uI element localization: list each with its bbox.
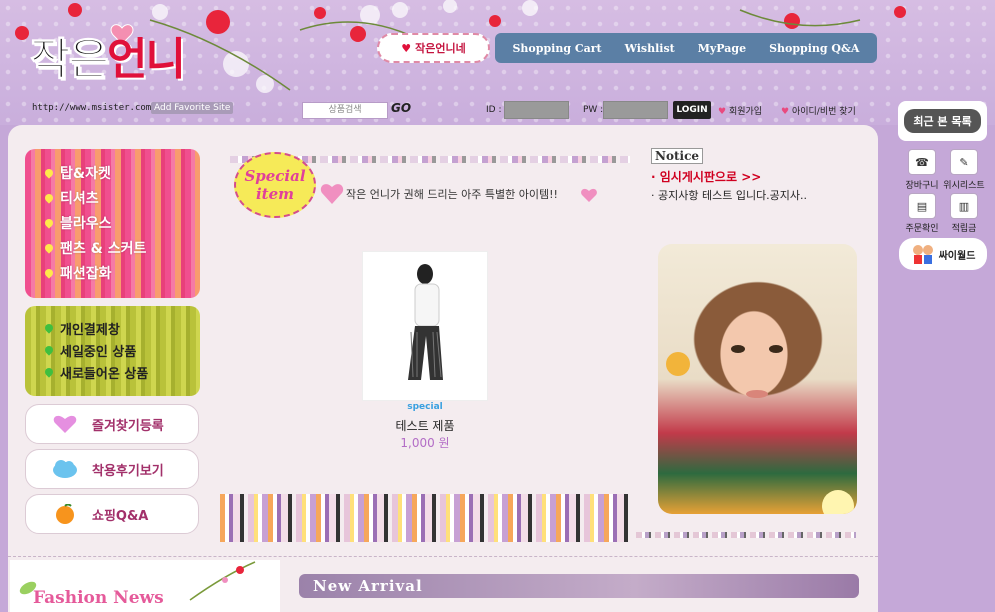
category-menu: 탑&자켓 티셔츠 블라우스 팬츠 & 스커트 패션잡화	[25, 149, 200, 298]
stripe-divider-small	[636, 532, 856, 538]
category-accessories[interactable]: 패션잡화	[43, 260, 200, 285]
heart-icon	[581, 188, 597, 202]
logo-text-1: 작은	[30, 34, 110, 85]
heart-icon: ♥	[718, 107, 727, 117]
recent-viewed-label: 최근 본 목록	[904, 109, 981, 133]
heart-icon: ♥	[781, 107, 790, 117]
brand-button[interactable]: ♥ 작은언니네	[377, 33, 490, 63]
add-favorite-button[interactable]: Add Favorite Site	[151, 102, 234, 114]
brand-button-label: 작은언니네	[415, 42, 466, 55]
section-divider	[8, 556, 878, 557]
notice-item[interactable]: · 공지사항 테스트 입니다.공지사..	[651, 187, 807, 203]
bullet-icon	[43, 322, 55, 334]
find-account-label: 아이디/비번 찾기	[791, 107, 856, 117]
reviews-label: 착용후기보기	[92, 463, 164, 479]
bookmark-label: 즐겨찾기등록	[92, 418, 164, 434]
logo-text-2: 언니	[106, 34, 186, 85]
top-nav: Shopping Cart Wishlist MyPage Shopping Q…	[495, 33, 877, 63]
bullet-icon	[43, 241, 55, 254]
quick-wishlist-label[interactable]: 위시리스트	[939, 178, 989, 191]
search-input[interactable]: 상품검색	[302, 102, 388, 119]
category-label: 티셔츠	[60, 190, 99, 207]
bookmark-button[interactable]: 즐겨찾기등록	[25, 404, 199, 444]
special-line2: item	[255, 185, 295, 203]
shop-menu: 개인결제창 세일중인 상품 새로들어온 상품	[25, 306, 200, 396]
orange-icon	[56, 504, 74, 524]
fashion-news-title: Fashion News	[33, 588, 164, 608]
find-account-link[interactable]: ♥ 아이디/비번 찾기	[781, 104, 856, 117]
new-arrival-title: New Arrival	[299, 574, 859, 598]
join-link-label: 회원가입	[728, 107, 763, 117]
reviews-button[interactable]: 착용후기보기	[25, 449, 199, 489]
special-line1: Special	[244, 167, 306, 185]
product-photo	[408, 264, 443, 380]
special-tagline: 작은 언니가 권해 드리는 아주 특별한 아이템!!	[346, 188, 558, 201]
nav-shopping-qa[interactable]: Shopping Q&A	[769, 42, 859, 55]
stripe-divider-bottom	[220, 494, 630, 542]
category-pants-skirt[interactable]: 팬츠 & 스커트	[43, 235, 200, 260]
join-link[interactable]: ♥ 회원가입	[718, 104, 762, 117]
cyworld-icon	[912, 245, 933, 264]
shopping-qa-button[interactable]: 쇼핑Q&A	[25, 494, 199, 534]
cloud-icon	[53, 460, 77, 478]
product-name[interactable]: 테스트 제품	[362, 417, 488, 434]
bullet-icon	[43, 191, 55, 204]
category-tshirt[interactable]: 티셔츠	[43, 185, 200, 210]
id-field[interactable]	[504, 101, 569, 119]
special-item-badge: Special item	[234, 152, 316, 218]
notice-item[interactable]: · 임시게시판으로 >>	[651, 168, 761, 185]
menu-label: 새로들어온 상품	[60, 366, 149, 382]
cyworld-label: 싸이월드	[938, 250, 976, 262]
order-check-icon[interactable]: ▤	[908, 193, 936, 219]
tulip-icon: ♥	[401, 41, 412, 55]
model-illustration	[666, 345, 854, 514]
model-photo	[658, 244, 857, 514]
heart-icon	[320, 184, 344, 204]
site-url: http://www.msister.com	[32, 103, 152, 113]
quick-points-label[interactable]: 적립금	[939, 221, 989, 234]
product-price: 1,000 원	[400, 436, 450, 450]
nav-mypage[interactable]: MyPage	[698, 42, 746, 55]
search-go-button[interactable]: GO	[391, 101, 411, 115]
recent-viewed-panel[interactable]: 최근 본 목록	[898, 101, 987, 141]
pw-label: PW :	[583, 105, 604, 115]
product-image[interactable]	[362, 251, 488, 401]
bullet-icon	[43, 166, 55, 179]
nav-wishlist[interactable]: Wishlist	[625, 42, 675, 55]
bullet-icon	[43, 366, 55, 378]
cyworld-button[interactable]: 싸이월드	[899, 238, 987, 270]
nav-shopping-cart[interactable]: Shopping Cart	[512, 42, 601, 55]
wishlist-icon[interactable]: ✎	[950, 149, 978, 175]
notice-title: Notice	[651, 148, 704, 164]
id-label: ID :	[486, 105, 502, 115]
header: 작은언니 http://www.msister.com Add Favorite…	[0, 0, 995, 125]
category-top-jacket[interactable]: 탑&자켓	[43, 160, 200, 185]
cart-icon[interactable]: ☎	[908, 149, 936, 175]
points-icon[interactable]: ▥	[950, 193, 978, 219]
heart-icon	[53, 415, 77, 433]
category-label: 팬츠 & 스커트	[60, 240, 147, 257]
bullet-icon	[43, 216, 55, 229]
category-label: 탑&자켓	[60, 165, 111, 182]
menu-label: 세일중인 상품	[60, 344, 137, 360]
menu-personal-payment[interactable]: 개인결제창	[43, 317, 200, 339]
menu-label: 개인결제창	[60, 322, 120, 338]
category-label: 패션잡화	[60, 265, 112, 282]
product-tag: special	[407, 402, 443, 412]
password-field[interactable]	[603, 101, 668, 119]
category-blouse[interactable]: 블라우스	[43, 210, 200, 235]
site-logo[interactable]: 작은언니	[30, 37, 186, 82]
category-label: 블라우스	[60, 215, 112, 232]
login-button[interactable]: LOGIN	[673, 101, 711, 119]
menu-new-items[interactable]: 새로들어온 상품	[43, 361, 200, 383]
bullet-icon	[43, 344, 55, 356]
shopping-qa-label: 쇼핑Q&A	[92, 508, 149, 524]
menu-sale-items[interactable]: 세일중인 상품	[43, 339, 200, 361]
bullet-icon	[43, 266, 55, 279]
